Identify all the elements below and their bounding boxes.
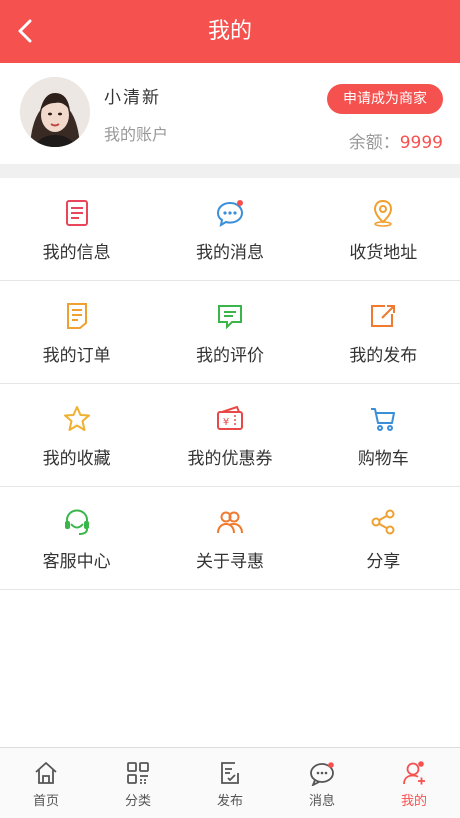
menu-grid: 我的信息 我的消息 收货地址 我的订单 我的评价 我的发布 我的收藏 ¥ 我的优… [0,178,460,590]
menu-item-label: 我的评价 [195,346,264,366]
category-icon [127,762,149,784]
menu-item-label: 关于寻惠 [195,552,264,572]
menu-item-label: 我的收藏 [42,449,111,469]
tab-messages[interactable]: 消息 [276,748,368,818]
balance-label: 余额： [348,133,400,153]
location-pin-icon [374,199,393,227]
menu-row: 我的收藏 ¥ 我的优惠券 购物车 [0,384,460,487]
menu-item-coupons[interactable]: ¥ 我的优惠券 [153,384,306,486]
menu-item-my-posts[interactable]: 我的发布 [307,281,460,383]
comment-icon [217,305,242,330]
page-title: 我的 [207,19,252,44]
menu-item-label: 我的发布 [349,346,418,366]
username: 小清新 [104,88,161,108]
menu-item-label: 收货地址 [349,243,418,263]
bottom-tab-bar: 首页 分类 发布 消息 我的 [0,747,460,818]
apply-merchant-button[interactable]: 申请成为商家 [327,84,443,114]
tab-label: 发布 [216,794,243,809]
coupon-icon: ¥ [216,405,243,430]
menu-item-address[interactable]: 收货地址 [307,178,460,280]
tab-home[interactable]: 首页 [0,748,92,818]
tab-label: 消息 [308,794,335,809]
menu-item-label: 我的信息 [42,243,111,263]
menu-item-my-info[interactable]: 我的信息 [0,178,153,280]
menu-item-share[interactable]: 分享 [307,487,460,589]
menu-item-label: 客服中心 [42,552,111,572]
avatar[interactable] [20,77,90,147]
menu-item-favorites[interactable]: 我的收藏 [0,384,153,486]
headset-icon [64,509,89,535]
edit-icon [221,762,239,784]
svg-text:¥: ¥ [223,417,229,428]
message-icon [310,762,334,786]
profile-section: 小清新 我的账户 申请成为商家 余额：9999 [0,63,460,164]
star-icon [63,406,90,431]
menu-item-label: 我的订单 [42,346,111,366]
document-icon [65,200,88,226]
cart-icon [371,408,396,431]
menu-item-label: 我的优惠券 [187,449,273,469]
menu-item-my-reviews[interactable]: 我的评价 [153,281,306,383]
menu-item-label: 我的消息 [195,243,264,263]
tab-category[interactable]: 分类 [92,748,184,818]
balance: 余额：9999 [349,128,443,153]
tab-mine[interactable]: 我的 [368,748,460,818]
balance-value: 9999 [399,133,443,153]
people-icon [216,511,243,534]
my-account-link[interactable]: 我的账户 [104,121,168,145]
tab-publish[interactable]: 发布 [184,748,276,818]
tab-label: 首页 [32,794,59,809]
share-icon [371,509,395,535]
menu-item-label: 分享 [366,552,401,572]
menu-item-my-orders[interactable]: 我的订单 [0,281,153,383]
chat-bubble-icon [216,200,243,228]
menu-row: 我的信息 我的消息 收货地址 [0,178,460,281]
menu-row: 我的订单 我的评价 我的发布 [0,281,460,384]
menu-item-cart[interactable]: 购物车 [307,384,460,486]
section-divider [0,164,460,178]
menu-item-about[interactable]: 关于寻惠 [153,487,306,589]
tab-label: 分类 [124,794,151,809]
menu-item-label: 购物车 [357,449,409,469]
avatar-image [20,77,90,147]
home-icon [35,762,57,784]
menu-row: 客服中心 关于寻惠 分享 [0,487,460,590]
publish-icon [371,305,396,327]
order-icon [66,303,87,329]
menu-item-customer-service[interactable]: 客服中心 [0,487,153,589]
user-icon [403,761,425,785]
tab-label: 我的 [400,794,427,809]
header-bar: 我的 [0,0,460,63]
menu-item-my-messages[interactable]: 我的消息 [153,178,306,280]
